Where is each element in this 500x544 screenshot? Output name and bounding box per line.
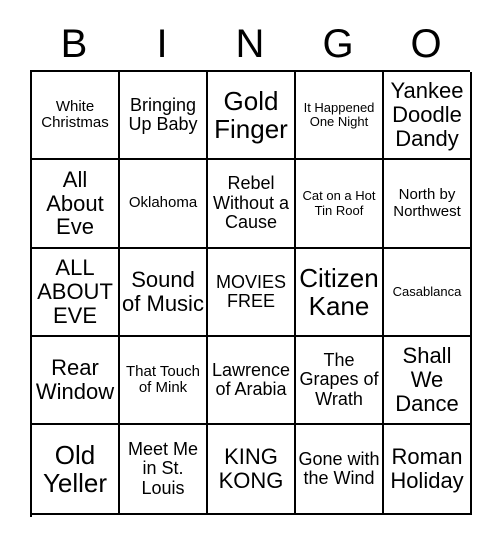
bingo-cell-label: KING KONG [218,444,284,493]
bingo-cell-label: Yankee Doodle Dandy [390,78,464,151]
bingo-cell-label: Gone with the Wind [298,448,380,488]
bingo-cell-label: All About Eve [46,166,104,240]
bingo-header-letter-i: I [156,22,168,66]
bingo-cell-o5[interactable]: Roman Holiday [384,425,472,515]
bingo-cell-g4[interactable]: The Grapes of Wrath [296,337,384,425]
bingo-cell-label: Bringing Up Baby [128,94,198,134]
bingo-header-letter-o: O [410,22,442,66]
bingo-cell-n4[interactable]: Lawrence of Arabia [208,337,296,425]
bingo-cell-b4[interactable]: Rear Window [32,337,120,425]
bingo-cell-g5[interactable]: Gone with the Wind [296,425,384,515]
bingo-cell-label: Shall We Dance [395,343,459,416]
bingo-cell-o1[interactable]: Yankee Doodle Dandy [384,72,472,160]
bingo-cell-b1[interactable]: White Christmas [32,72,120,160]
bingo-cell-label: The Grapes of Wrath [299,349,379,409]
bingo-cell-label: It Happened One Night [303,99,375,129]
bingo-header-letter-b: B [60,22,88,66]
bingo-cell-b5[interactable]: Old Yeller [32,425,120,515]
bingo-cell-b3[interactable]: ALL ABOUT EVE [32,249,120,337]
bingo-cell-n2[interactable]: Rebel Without a Cause [208,160,296,249]
bingo-cell-o4[interactable]: Shall We Dance [384,337,472,425]
bingo-grid: White Christmas Bringing Up Baby Gold Fi… [30,70,472,517]
bingo-cell-o3[interactable]: Casablanca [384,249,472,337]
bingo-cell-label: Casablanca [392,283,462,299]
bingo-cell-n1[interactable]: Gold Finger [208,72,296,160]
bingo-cell-label: Cat on a Hot Tin Roof [302,188,376,218]
bingo-cell-label: Oklahoma [128,194,198,212]
bingo-cell-o2[interactable]: North by Northwest [384,160,472,249]
bingo-cell-g2[interactable]: Cat on a Hot Tin Roof [296,160,384,249]
bingo-cell-g1[interactable]: It Happened One Night [296,72,384,160]
bingo-cell-i2[interactable]: Oklahoma [120,160,208,249]
bingo-cell-n3-free-space[interactable]: MOVIES FREE [208,249,296,337]
bingo-cell-n5[interactable]: KING KONG [208,425,296,515]
bingo-cell-g3[interactable]: Citizen Kane [296,249,384,337]
bingo-card: B I N G O White Christmas Bringing Up Ba… [0,0,500,544]
bingo-free-space-label: MOVIES FREE [215,271,286,311]
bingo-cell-label: North by Northwest [393,186,461,220]
bingo-cell-label: Gold Finger [214,85,288,144]
bingo-cell-label: Meet Me in St. Louis [127,438,199,498]
bingo-cell-label: Rear Window [35,355,115,404]
bingo-cell-b2[interactable]: All About Eve [32,160,120,249]
bingo-cell-label: Lawrence of Arabia [211,359,291,399]
bingo-header-letter-n: N [235,22,265,66]
bingo-header-letter-g: G [322,22,354,66]
bingo-cell-i4[interactable]: That Touch of Mink [120,337,208,425]
bingo-header: B I N G O [30,18,470,70]
bingo-cell-label: Rebel Without a Cause [212,173,290,233]
bingo-cell-label: Citizen Kane [299,262,379,321]
bingo-cell-label: Sound of Music [122,267,204,316]
bingo-cell-label: White Christmas [41,97,109,131]
bingo-cell-i1[interactable]: Bringing Up Baby [120,72,208,160]
bingo-cell-label: Old Yeller [42,439,108,498]
bingo-cell-i5[interactable]: Meet Me in St. Louis [120,425,208,515]
bingo-cell-i3[interactable]: Sound of Music [120,249,208,337]
bingo-cell-label: That Touch of Mink [126,362,200,396]
bingo-cell-label: Roman Holiday [390,444,464,493]
bingo-cell-label: ALL ABOUT EVE [37,255,113,328]
